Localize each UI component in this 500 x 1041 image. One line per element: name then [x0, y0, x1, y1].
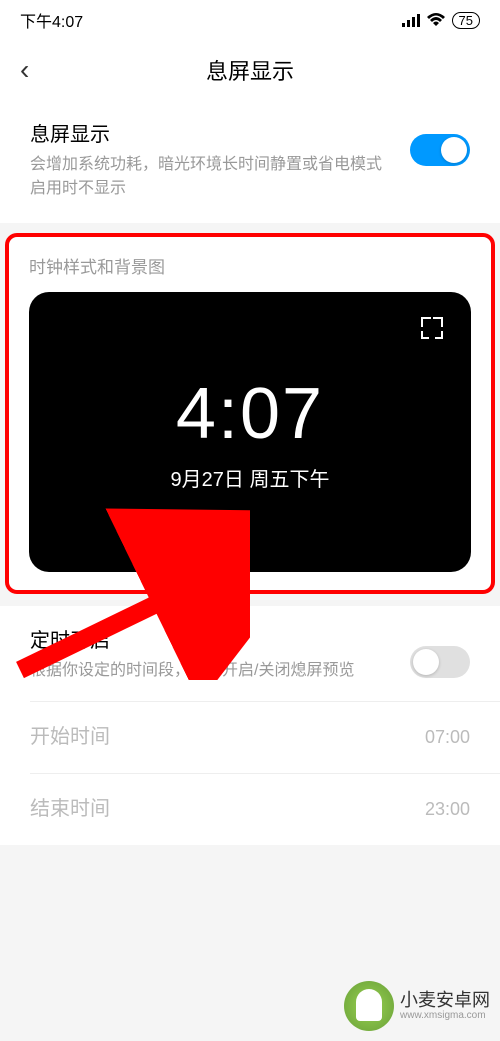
watermark-logo-icon — [344, 981, 394, 1031]
aod-toggle-switch[interactable] — [410, 134, 470, 166]
end-time-row[interactable]: 结束时间 23:00 — [0, 774, 500, 845]
end-time-label: 结束时间 — [30, 792, 110, 821]
status-time: 下午4:07 — [20, 8, 83, 32]
wifi-icon — [426, 13, 446, 27]
aod-toggle-section: 息屏显示 会增加系统功耗，暗光环境长时间静置或省电模式启用时不显示 — [0, 100, 500, 223]
schedule-title: 定时开启 — [30, 624, 390, 653]
expand-icon[interactable] — [421, 317, 443, 339]
signal-icon — [402, 13, 420, 27]
preview-time: 4:07 — [176, 373, 324, 455]
preview-date: 9月27日 周五下午 — [171, 463, 330, 492]
battery-icon: 75 — [452, 12, 480, 29]
aod-toggle-desc: 会增加系统功耗，暗光环境长时间静置或省电模式启用时不显示 — [30, 153, 390, 201]
schedule-toggle-row: 定时开启 根据你设定的时间段，自动开启/关闭熄屏预览 — [0, 606, 500, 701]
schedule-section: 定时开启 根据你设定的时间段，自动开启/关闭熄屏预览 开始时间 07:00 结束… — [0, 606, 500, 845]
schedule-desc: 根据你设定的时间段，自动开启/关闭熄屏预览 — [30, 659, 390, 683]
watermark-url: www.xmsigma.com — [400, 1010, 490, 1021]
start-time-row[interactable]: 开始时间 07:00 — [0, 702, 500, 773]
end-time-value: 23:00 — [425, 799, 470, 820]
status-bar: 下午4:07 75 — [0, 0, 500, 40]
start-time-value: 07:00 — [425, 727, 470, 748]
header: ‹ 息屏显示 — [0, 40, 500, 100]
clock-style-section: 时钟样式和背景图 4:07 9月27日 周五下午 — [5, 233, 495, 594]
watermark: 小麦安卓网 www.xmsigma.com — [344, 981, 490, 1031]
start-time-label: 开始时间 — [30, 720, 110, 749]
page-title: 息屏显示 — [206, 54, 294, 86]
clock-style-label: 时钟样式和背景图 — [29, 253, 471, 278]
aod-toggle-title: 息屏显示 — [30, 118, 390, 147]
watermark-name: 小麦安卓网 — [400, 991, 490, 1011]
clock-preview-card[interactable]: 4:07 9月27日 周五下午 — [29, 292, 471, 572]
schedule-toggle-switch[interactable] — [410, 646, 470, 678]
back-button[interactable]: ‹ — [20, 54, 29, 86]
status-icons: 75 — [402, 12, 480, 29]
